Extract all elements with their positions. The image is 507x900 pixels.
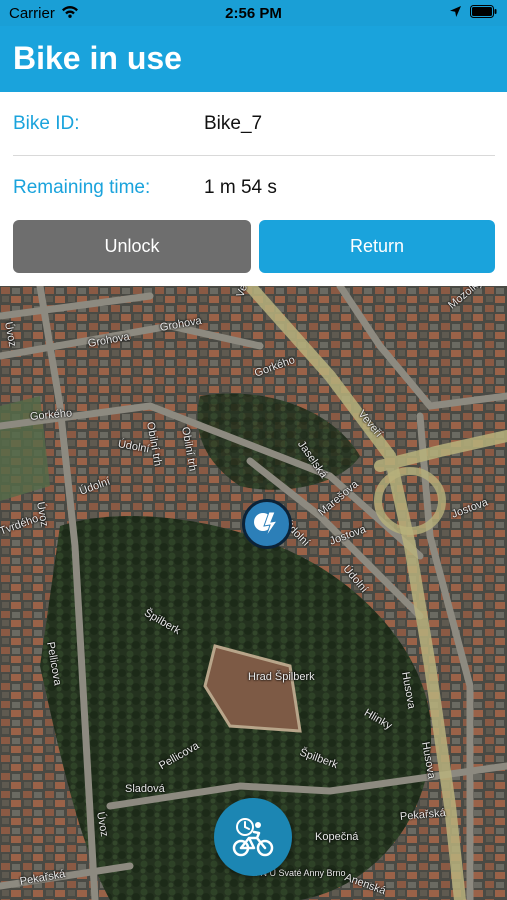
bike-timer-icon [232, 818, 274, 857]
bike-location-marker[interactable] [242, 499, 292, 549]
battery-icon [470, 5, 497, 22]
status-right [449, 5, 497, 22]
page-title: Bike in use [13, 40, 182, 76]
bike-timer-button[interactable] [214, 798, 292, 876]
unlock-button[interactable]: Unlock [13, 220, 251, 273]
return-button[interactable]: Return [259, 220, 495, 273]
remaining-time-label: Remaining time: [13, 177, 151, 198]
street-label: Sladová [125, 783, 165, 795]
status-bar: Carrier 2:56 PM [0, 0, 507, 26]
satellite-map[interactable]: Úvoz Úvoz Grohova Grohova Gorkého Gorkéh… [0, 286, 507, 900]
status-time: 2:56 PM [225, 5, 282, 22]
castle-label: Hrad Špilberk [248, 671, 315, 683]
bike-id-label: Bike ID: [13, 113, 80, 134]
street-label: Kopečná [315, 831, 359, 843]
remaining-time-value: 1 m 54 s [204, 177, 277, 198]
bike-id-value: Bike_7 [204, 113, 263, 134]
bike-marker-icon [254, 511, 279, 538]
location-arrow-icon [449, 5, 462, 22]
header-bar: Carrier 2:56 PM Bike in use [0, 0, 507, 92]
divider [13, 155, 495, 156]
